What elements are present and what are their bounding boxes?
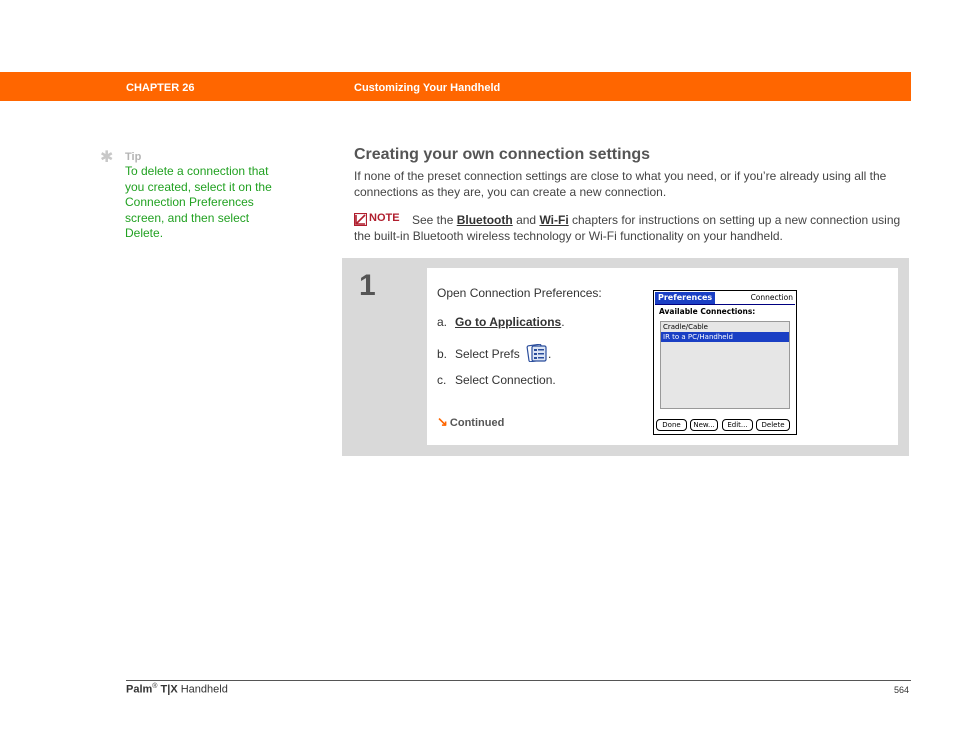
footer-product-name: Palm® T|X Handheld [126, 683, 228, 696]
wifi-link[interactable]: Wi-Fi [539, 213, 568, 227]
note-text-mid: and [516, 213, 537, 227]
palm-panel-name: Connection [750, 293, 793, 302]
section-intro: If none of the preset connection setting… [354, 169, 887, 199]
footer-divider [126, 680, 911, 681]
palm-delete-button[interactable]: Delete [756, 419, 790, 431]
palm-title: Preferences [655, 292, 716, 304]
palm-list-item[interactable]: Cradle/Cable [661, 322, 789, 332]
palm-done-button[interactable]: Done [656, 419, 687, 431]
step-item-a: a. Go to Applications. [437, 315, 565, 329]
continued-indicator: ↘ Continued [437, 414, 504, 430]
step-item-text: Select Prefs [455, 347, 520, 361]
step-item-suffix: . [548, 347, 552, 361]
tip-text: To delete a connection that you created,… [125, 164, 272, 241]
footer-model: T|X [160, 683, 178, 696]
step-item-text: Select Connection. [455, 373, 556, 387]
asterisk-icon: ✱ [100, 149, 114, 166]
chapter-number: CHAPTER 26 [126, 82, 195, 94]
palm-list-item-selected[interactable]: IR to a PC/Handheld [661, 332, 789, 342]
bluetooth-link[interactable]: Bluetooth [457, 213, 513, 227]
palm-title-bar: Preferences Connection [655, 292, 795, 305]
prefs-icon [526, 344, 547, 362]
step-item-c: c. Select Connection. [437, 373, 556, 387]
palm-connection-screen: Preferences Connection Available Connect… [653, 290, 797, 435]
footer-product-suffix: Handheld [180, 683, 228, 696]
chapter-title: Customizing Your Handheld [354, 82, 501, 94]
arrow-down-right-icon: ↘ [437, 414, 448, 429]
continued-label: Continued [449, 417, 505, 429]
step-number: 1 [359, 269, 376, 302]
step-item-prefix: a. [437, 315, 448, 329]
palm-edit-button[interactable]: Edit... [722, 419, 753, 431]
registered-mark: ® [152, 683, 158, 690]
step-item-suffix: . [561, 315, 565, 329]
step-intro: Open Connection Preferences: [437, 286, 602, 300]
footer-brand: Palm [126, 683, 153, 696]
go-to-applications-link[interactable]: Go to Applications [455, 315, 561, 329]
step-item-prefix: c. [437, 373, 447, 387]
palm-list-label: Available Connections: [659, 307, 756, 316]
step-item-b: b. Select Prefs . [437, 344, 551, 362]
palm-new-button[interactable]: New... [690, 419, 718, 431]
section-heading: Creating your own connection settings [354, 146, 651, 163]
palm-connection-list: Cradle/Cable IR to a PC/Handheld [660, 321, 790, 409]
tip-label: Tip [125, 151, 142, 163]
page-number: 564 [894, 685, 910, 695]
note-text: See the Bluetooth and Wi-Fi chapters for… [354, 213, 910, 244]
note-text-before: See the [412, 213, 454, 227]
step-item-prefix: b. [437, 347, 448, 361]
